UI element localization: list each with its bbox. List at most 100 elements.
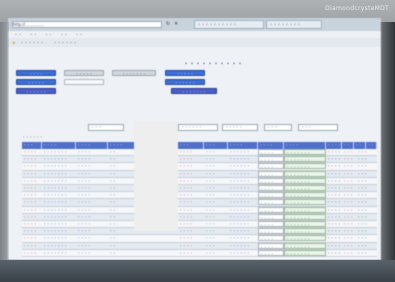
table-cell: ・・・・ <box>258 170 284 177</box>
favorite-link[interactable]: ・・・・・・ <box>20 40 44 45</box>
tab-active[interactable]: ・・・・・・・・・・ <box>194 20 264 29</box>
table-row[interactable]: ・・・・ ・・・・・・・ ・・・・ ・・ ・・・・ ・・・ ・・・・・・ ・・・・ ・・・・・・… <box>22 149 377 157</box>
table-cell: ・・・ <box>357 157 368 162</box>
table-row[interactable]: ・・・・ ・・・・・・・ ・・・・ ・・ ・・・・ ・・・ ・・・・・・ ・・・・ ・・・・・・… <box>22 249 377 257</box>
table-row[interactable]: ・・・・ ・・・・・・・ ・・・・ ・・ ・・・・ ・・・ ・・・・・・ ・・・・ ・・・・・・… <box>22 170 377 178</box>
table-row[interactable]: ・・・・ ・・・・・・・ ・・・・ ・・ ・・・・ ・・・ ・・・・・・ ・・・・ ・・・・・・… <box>22 177 377 185</box>
table-cell: ・・・・・・ <box>229 186 250 190</box>
address-bar[interactable]: http://............... <box>12 21 162 28</box>
table-cell: ・・・・ <box>179 243 193 248</box>
table-row[interactable]: ・・・・ ・・・・・・・ ・・・・ ・・ ・・・・ ・・・ ・・・・・・ ・・・・ ・・・・・・… <box>22 192 377 200</box>
table-cell: ・・・ <box>205 150 216 154</box>
filter-field[interactable]: ・・・ <box>88 124 124 131</box>
table-cell: ・・・・ <box>179 164 193 169</box>
table-cell: ・・・ <box>205 207 216 212</box>
column-header[interactable]: ・・ <box>366 142 377 149</box>
table-cell: ・・・・・・・ <box>284 213 326 220</box>
table-cell: ・・・ <box>205 214 216 219</box>
filter-field[interactable]: ・・・・・ <box>222 124 258 131</box>
column-header[interactable]: ・・・ <box>22 142 42 149</box>
table-row[interactable]: ・・・・ ・・・・・・・ ・・・・ ・・ ・・・・ ・・・ ・・・・・・ ・・・・ ・・・・・・… <box>22 199 377 207</box>
table-cell: ・・ <box>109 243 116 248</box>
table-cell: ・・・・・・・ <box>43 193 68 198</box>
table-cell: ・・・・・・・ <box>284 192 326 199</box>
table-cell: ・・・・・・・ <box>284 206 326 213</box>
table-cell: ・・・・ <box>77 243 91 248</box>
column-header[interactable]: ・・・・ <box>258 142 284 149</box>
column-header[interactable]: ・・・・ <box>284 142 326 149</box>
table-cell: ・・・・ <box>258 213 284 220</box>
table-cell: ・・・・ <box>258 163 284 170</box>
column-header[interactable]: ・・・ <box>178 142 204 149</box>
menu-item[interactable]: ・・ <box>14 32 22 37</box>
table-cell: ・・・・ <box>179 250 193 255</box>
table-row[interactable]: ・・・・ ・・・・・・・ ・・・・ ・・ ・・・・ ・・・ ・・・・・・ ・・・・ ・・・・・・… <box>22 185 377 193</box>
table-cell: ・・・ <box>205 222 216 226</box>
tab-second[interactable]: ・・・・・・・・ <box>266 20 322 29</box>
menu-button[interactable]: ・・・・・・ <box>16 88 56 94</box>
menu-button[interactable]: ・・・・・ <box>64 70 104 76</box>
column-header[interactable]: ・・・・ <box>228 142 258 149</box>
table-cell: ・・・・・・ <box>229 178 250 183</box>
menu-button[interactable] <box>64 79 104 85</box>
filter-field[interactable]: ・・・・・・ <box>178 124 218 131</box>
column-header[interactable]: ・・・ <box>204 142 228 149</box>
menu-button[interactable]: ・・・・・ <box>16 79 56 85</box>
table-row[interactable]: ・・・・ ・・・・・・・ ・・・・ ・・ ・・・・ ・・・ ・・・・・・ ・・・・ ・・・・・・… <box>22 163 377 171</box>
table-cell: ・・・・ <box>23 236 37 241</box>
table-cell: ・・・・・・・ <box>43 243 68 248</box>
table-cell: ・・・・ <box>258 249 284 256</box>
table-row[interactable]: ・・・・ ・・・・・・・ ・・・・ ・・ ・・・・ ・・・ ・・・・・・ ・・・・ ・・・・・・… <box>22 235 377 243</box>
table-row[interactable]: ・・・・ ・・・・・・・ ・・・・ ・・ ・・・・ ・・・ ・・・・・・ ・・・・ ・・・・・・… <box>22 221 377 229</box>
filter-field[interactable]: ・・・ <box>264 124 292 131</box>
table-cell: ・・・・・・・ <box>327 171 342 176</box>
table-cell: ・・・・・・・ <box>43 186 68 190</box>
column-header[interactable]: ・・ <box>342 142 354 149</box>
column-header[interactable]: ・・ <box>354 142 366 149</box>
table-row[interactable]: ・・・・ ・・・・・・・ ・・・・ ・・ ・・・・ ・・・ ・・・・・・ ・・・・ ・・・・・・… <box>22 228 377 236</box>
menu-button[interactable]: ・・・・・・・ <box>112 70 156 76</box>
table-cell: ・・・・・・・ <box>327 222 342 226</box>
close-icon[interactable]: ✕ <box>174 21 178 27</box>
menu-button[interactable]: ・・・・ <box>16 70 56 76</box>
table-cell: ・・・・ <box>23 171 37 176</box>
menu-item[interactable]: ・・ <box>45 32 53 37</box>
menu-button[interactable]: ・・・・・・ <box>165 79 205 85</box>
table-cell: ・・・ <box>343 222 354 226</box>
table-cell: ・・・ <box>205 250 216 255</box>
menu-item[interactable]: ・・ <box>75 32 83 37</box>
table-row[interactable]: ・・・・ ・・・・・・・ ・・・・ ・・ ・・・・ ・・・ ・・・・・・ ・・・・ ・・・・・・… <box>22 206 377 214</box>
column-header[interactable]: ・・・・・ <box>326 142 342 149</box>
menu-button[interactable]: ・・・・・・・ <box>171 88 217 94</box>
favorite-link[interactable]: ・・・・・・ <box>53 40 77 45</box>
table-cell: ・・・・・・ <box>229 222 250 226</box>
table-cell: ・・・・・・・ <box>43 222 68 226</box>
table-cell: ・・・・ <box>77 214 91 219</box>
table-cell: ・・・・ <box>179 186 193 190</box>
table-cell: ・・・ <box>343 178 354 183</box>
table-cell: ・・・・・・・ <box>284 249 326 256</box>
browser-menu-bar: ・・ ・・ ・・ ・・ ・・ <box>8 31 381 38</box>
table-row[interactable]: ・・・・ ・・・・・・・ ・・・・ ・・ ・・・・ ・・・ ・・・・・・ ・・・・ ・・・・・・… <box>22 242 377 250</box>
table-cell: ・・・・・・・ <box>284 163 326 170</box>
table-row[interactable]: ・・・・ ・・・・・・・ ・・・・ ・・ ・・・・ ・・・ ・・・・・・ ・・・・ ・・・・・・… <box>22 156 377 164</box>
menu-button[interactable]: ・・・・・ <box>165 70 205 76</box>
column-header[interactable]: ・・・・ <box>76 142 108 149</box>
table-cell: ・・ <box>109 236 116 241</box>
column-header[interactable]: ・・・・ <box>42 142 76 149</box>
table-cell: ・・・・・・・ <box>327 193 342 198</box>
table-cell: ・・・・ <box>23 243 37 248</box>
table-row[interactable]: ・・・・ ・・・・・・・ ・・・・ ・・ ・・・・ ・・・ ・・・・・・ ・・・・ ・・・・・・… <box>22 213 377 221</box>
menu-item[interactable]: ・・ <box>29 32 37 37</box>
reload-icon[interactable]: ↻ <box>166 21 170 27</box>
star-icon[interactable]: ★ <box>12 40 16 45</box>
filter-field[interactable]: ・・・ <box>298 124 338 131</box>
table-cell: ・・・・・・ <box>229 229 250 234</box>
table-cell: ・・・・・・ <box>229 243 250 248</box>
table-cell: ・・・・ <box>77 250 91 255</box>
table-cell: ・・・・・・ <box>229 214 250 219</box>
menu-item[interactable]: ・・ <box>60 32 68 37</box>
table-cell: ・・・・・・・ <box>43 214 68 219</box>
table-cell: ・・・ <box>357 186 368 190</box>
table-cell: ・・・・ <box>258 177 284 184</box>
